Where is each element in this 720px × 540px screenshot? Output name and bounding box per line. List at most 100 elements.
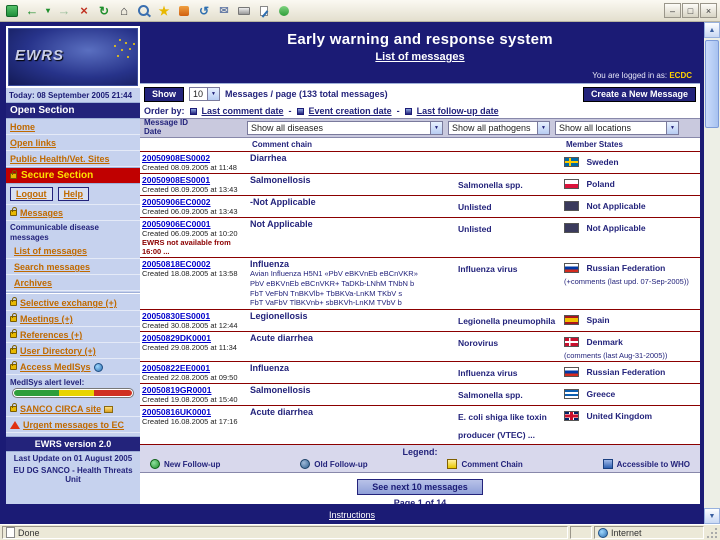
message-id-link[interactable]: 20050816UK0001 xyxy=(142,407,250,417)
back-icon[interactable]: ← xyxy=(23,2,41,20)
home-icon[interactable]: ⌂ xyxy=(115,2,133,20)
pathogens-filter-select[interactable]: Show all pathogens xyxy=(448,121,550,135)
favorites-icon[interactable]: ★ xyxy=(155,2,173,20)
resize-grip[interactable] xyxy=(708,527,718,539)
vertical-scrollbar[interactable] xyxy=(704,22,720,524)
search-icon[interactable] xyxy=(135,2,153,20)
locations-filter-select[interactable]: Show all locations xyxy=(555,121,679,135)
open-section-header: Open Section xyxy=(6,102,140,119)
message-id-link[interactable]: 20050908ES0002 xyxy=(142,153,250,163)
back-dropdown-icon[interactable]: ▾ xyxy=(43,2,53,20)
message-id-link[interactable]: 20050818EC0002 xyxy=(142,259,250,269)
message-table: 20050908ES0002 Created 08.09.2005 at 11:… xyxy=(140,152,700,445)
status-text: Done xyxy=(18,527,40,538)
zone-pane: Internet xyxy=(594,526,704,539)
pathogen-cell: E. coli shiga like toxin producer (VTEC)… xyxy=(458,407,564,443)
browser-toolbar: ← ▾ → × ↻ ⌂ ★ ↺ ✉ – □ × xyxy=(0,0,720,22)
page-header: Early warning and response system List o… xyxy=(140,26,700,84)
diseases-filter-select[interactable]: Show all diseases xyxy=(247,121,443,135)
mail-icon[interactable]: ✉ xyxy=(215,2,233,20)
edit-icon[interactable] xyxy=(255,2,273,20)
sidebar-item-public-health[interactable]: Public Health/Vet. Sites xyxy=(6,151,140,167)
disease-cell: Influenza xyxy=(250,363,458,382)
message-id-link[interactable]: 20050819GR0001 xyxy=(142,385,250,395)
order-event-creation[interactable]: Event creation date xyxy=(309,106,392,116)
old-followup-icon xyxy=(300,459,311,469)
sidebar-item-sanco-circa[interactable]: SANCO CIRCA site xyxy=(20,404,101,414)
print-icon[interactable] xyxy=(235,2,253,20)
disease-name: Acute diarrhea xyxy=(250,407,314,417)
messenger-icon[interactable] xyxy=(275,2,293,20)
stop-icon[interactable]: × xyxy=(75,2,93,20)
sidebar-item-urgent-messages[interactable]: Urgent messages to EC xyxy=(23,420,124,430)
help-button[interactable]: Help xyxy=(57,187,90,201)
app-icon[interactable] xyxy=(3,2,21,20)
country-flag-icon xyxy=(564,222,579,233)
instructions-link[interactable]: Instructions xyxy=(329,510,375,520)
sidebar-item-user-directory[interactable]: User Directory (+) xyxy=(20,346,96,356)
pathogen-cell: Unlisted xyxy=(458,219,564,256)
media-icon[interactable] xyxy=(175,2,193,20)
lock-icon xyxy=(10,169,17,179)
sidebar-item-selective-exchange[interactable]: Selective exchange (+) xyxy=(20,298,117,308)
scroll-down-arrow[interactable] xyxy=(704,508,720,524)
disease-cell: Acute diarrhea xyxy=(250,333,458,360)
who-access-icon xyxy=(602,459,613,469)
sidebar-item-home[interactable]: Home xyxy=(6,119,140,135)
sidebar-item-meetings[interactable]: Meetings (+) xyxy=(20,314,73,324)
minimize-button[interactable]: – xyxy=(664,3,681,18)
show-button[interactable]: Show xyxy=(144,86,184,102)
sidebar-item-messages-row: Messages xyxy=(6,205,140,221)
forward-icon[interactable]: → xyxy=(55,2,73,20)
sidebar-item-messages[interactable]: Messages xyxy=(20,208,63,218)
pagination: See next 10 messages Page 1 of 14 xyxy=(140,473,700,504)
disease-name: Influenza xyxy=(250,363,290,373)
country-cell: Not Applicable xyxy=(564,219,692,256)
create-message-button[interactable]: Create a New Message xyxy=(582,86,696,102)
message-id-cell: 20050906EC0002 Created 06.09.2005 at 13:… xyxy=(140,197,250,216)
message-id-link[interactable]: 20050906EC0001 xyxy=(142,219,250,229)
country-flag-icon xyxy=(564,410,579,421)
message-id-cell: 20050818EC0002 Created 18.08.2005 at 13:… xyxy=(140,259,250,308)
order-bullet-icon xyxy=(404,107,412,115)
created-date: Created 16.08.2005 at 17:16 xyxy=(142,417,238,426)
message-id-link[interactable]: 20050906EC0002 xyxy=(142,197,250,207)
sidebar-item-references[interactable]: References (+) xyxy=(20,330,82,340)
message-id-cell: 20050908ES0001 Created 08.09.2005 at 13:… xyxy=(140,175,250,194)
message-id-date-header: Message ID Date xyxy=(144,118,189,136)
country-flag-icon xyxy=(564,178,579,189)
comment-chain-text: Avian Influenza H5N1 «PbV eBKVnEb eBCnVK… xyxy=(250,269,418,308)
maximize-button[interactable]: □ xyxy=(682,3,699,18)
per-page-select[interactable]: 10 xyxy=(189,87,221,101)
next-page-button[interactable]: See next 10 messages xyxy=(357,479,483,495)
message-id-link[interactable]: 20050830ES0001 xyxy=(142,311,250,321)
country-name: Sweden xyxy=(586,156,619,167)
pathogen-cell: Legionella pneumophila xyxy=(458,311,564,330)
created-date: Created 30.08.2005 at 12:44 xyxy=(142,321,238,330)
ewrs-logo: EWRS xyxy=(6,26,140,88)
history-icon[interactable]: ↺ xyxy=(195,2,213,20)
today-date: Today: 08 September 2005 21:44 xyxy=(9,91,133,100)
chevron-down-icon xyxy=(207,88,220,100)
sidebar-item-open-links[interactable]: Open links xyxy=(6,135,140,151)
close-button[interactable]: × xyxy=(700,3,717,18)
order-bullet-icon xyxy=(189,107,197,115)
order-last-followup[interactable]: Last follow-up date xyxy=(417,106,499,116)
sidebar-item-access-medisys[interactable]: Access MedISys xyxy=(20,362,91,372)
disease-name: Salmonellosis xyxy=(250,385,311,395)
order-last-comment[interactable]: Last comment date xyxy=(202,106,284,116)
message-id-link[interactable]: 20050822EE0001 xyxy=(142,363,250,373)
logout-button[interactable]: Logout xyxy=(10,187,53,201)
message-id-link[interactable]: 20050908ES0001 xyxy=(142,175,250,185)
sidebar-item-list-of-messages[interactable]: List of messages xyxy=(6,243,140,260)
refresh-icon[interactable]: ↻ xyxy=(95,2,113,20)
chevron-down-icon xyxy=(666,122,678,134)
message-id-link[interactable]: 20050829DK0001 xyxy=(142,333,250,343)
country-cell: Sweden xyxy=(564,153,692,172)
legend-label: Legend: xyxy=(402,447,438,457)
sidebar-item-search-messages[interactable]: Search messages xyxy=(6,259,140,276)
country-flag-icon xyxy=(564,336,579,347)
scroll-up-arrow[interactable] xyxy=(704,22,720,38)
sidebar-item-archives[interactable]: Archives xyxy=(6,275,140,292)
scroll-thumb[interactable] xyxy=(705,40,719,128)
